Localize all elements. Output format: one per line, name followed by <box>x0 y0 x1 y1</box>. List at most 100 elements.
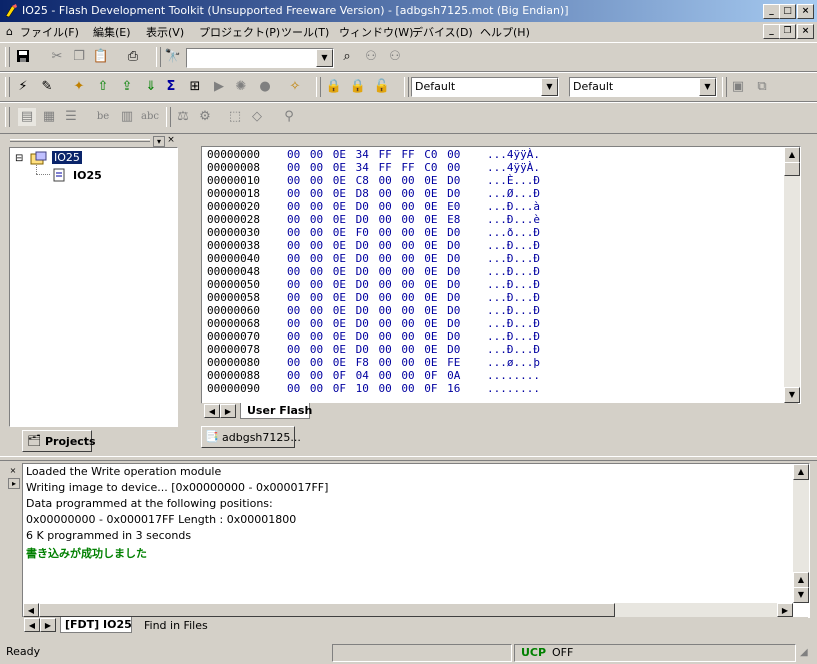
bookmark-icon[interactable]: ⚲ <box>280 108 298 126</box>
connect-icon[interactable]: ⚡ <box>14 78 32 96</box>
hex-ascii[interactable]: ...Ð...à <box>487 200 540 213</box>
scroll-thumb[interactable] <box>784 162 800 176</box>
h-scroll-thumb[interactable] <box>39 603 615 617</box>
output-close-icon[interactable]: × <box>8 466 18 475</box>
copy-icon[interactable]: ❐ <box>70 48 88 66</box>
hex-row[interactable]: 00000000 00 00 0E 34 FF FF C0 00 ...4ÿÿÀ. <box>207 148 540 161</box>
hex-ascii[interactable]: ...Ð...Ð <box>487 330 540 343</box>
hex-ascii[interactable]: ...Ð...è <box>487 213 540 226</box>
run-icon[interactable]: ▶ <box>210 78 228 96</box>
find-next-icon[interactable]: ⚇ <box>386 48 404 66</box>
hex-row[interactable]: 00000010 00 00 0E C8 00 00 0E D0 ...È...Ð <box>207 174 540 187</box>
output-window[interactable]: Loaded the Write operation module Writing… <box>22 463 810 618</box>
download-icon[interactable]: ✦ <box>70 78 88 96</box>
hex-row[interactable]: 00000040 00 00 0E D0 00 00 0E D0 ...Ð...Ð <box>207 252 540 265</box>
hex-ascii[interactable]: ...Ð...Ð <box>487 304 540 317</box>
hex-bytes[interactable]: 00 00 0E D0 00 00 0E D0 <box>287 239 460 252</box>
compare-all-icon[interactable]: ⚙ <box>196 108 214 126</box>
hex-row[interactable]: 00000068 00 00 0E D0 00 00 0E D0 ...Ð...Ð <box>207 317 540 330</box>
hex-bytes[interactable]: 00 00 0E D0 00 00 0E E8 <box>287 213 460 226</box>
hex-ascii[interactable]: ...4ÿÿÀ. <box>487 161 540 174</box>
hex-ascii[interactable]: ...Ð...Ð <box>487 239 540 252</box>
tree-root-item[interactable]: IO25 <box>52 151 82 164</box>
hex-ascii[interactable]: ...4ÿÿÀ. <box>487 148 540 161</box>
menu-view[interactable]: 表示(V) <box>146 24 184 40</box>
toolbar-grip[interactable] <box>5 47 10 67</box>
menu-window[interactable]: ウィンドウ(W) <box>339 24 413 40</box>
toolbar-grip[interactable] <box>5 107 10 127</box>
hex-bytes[interactable]: 00 00 0E D0 00 00 0E D0 <box>287 304 460 317</box>
hex-bytes[interactable]: 00 00 0E 34 FF FF C0 00 <box>287 148 460 161</box>
upload-flash-icon[interactable]: ⇪ <box>118 78 136 96</box>
tab-projects[interactable]: 🗂 Projects <box>22 430 96 452</box>
dropdown-arrow-icon[interactable]: ▼ <box>699 78 716 96</box>
hex-bytes[interactable]: 00 00 0E C8 00 00 0E D0 <box>287 174 460 187</box>
hex-row[interactable]: 00000058 00 00 0E D0 00 00 0E D0 ...Ð...Ð <box>207 291 540 304</box>
config-icon[interactable]: ✺ <box>232 78 250 96</box>
toolbar-grip[interactable] <box>156 47 161 67</box>
hex-row[interactable]: 00000048 00 00 0E D0 00 00 0E D0 ...Ð...Ð <box>207 265 540 278</box>
output-dock-icon[interactable]: ▸ <box>8 478 20 489</box>
mdi-restore-button[interactable]: ❐ <box>779 24 796 39</box>
hex-bytes[interactable]: 00 00 0E F8 00 00 0E FE <box>287 356 460 369</box>
find-in-files-icon[interactable]: ⌕ <box>338 48 356 66</box>
hex-ascii[interactable]: ........ <box>487 382 540 395</box>
menu-tools[interactable]: ツール(T) <box>281 24 329 40</box>
hex-bytes[interactable]: 00 00 0E D0 00 00 0E D0 <box>287 317 460 330</box>
scroll-down-icon[interactable]: ▼ <box>793 587 809 603</box>
find-combo[interactable]: ▼ <box>186 48 334 68</box>
hex-row[interactable]: 00000090 00 00 0F 10 00 00 0F 16........ <box>207 382 540 395</box>
toolbar-grip[interactable] <box>722 77 727 97</box>
hex-ascii[interactable]: ...Ð...Ð <box>487 291 540 304</box>
scroll-up-icon[interactable]: ▲ <box>784 147 800 163</box>
columns-icon[interactable]: ▥ <box>118 108 136 126</box>
hex-row[interactable]: 00000018 00 00 0E D8 00 00 0E D0 ...Ø...Ð <box>207 187 540 200</box>
hex-bytes[interactable]: 00 00 0F 04 00 00 0F 0A <box>287 369 460 382</box>
replace-icon[interactable]: ⚇ <box>362 48 380 66</box>
close-button[interactable]: × <box>797 4 814 19</box>
pane-close-icon[interactable]: × <box>166 136 176 145</box>
scroll-up-icon[interactable]: ▲ <box>793 464 809 480</box>
hex-bytes[interactable]: 00 00 0E D0 00 00 0E D0 <box>287 278 460 291</box>
pane-grip[interactable] <box>10 139 150 142</box>
window-icon[interactable]: ▣ <box>729 78 747 96</box>
view-grid-icon[interactable]: ▦ <box>40 108 58 126</box>
save-icon[interactable] <box>14 48 32 66</box>
find-icon[interactable]: 🔭 <box>164 48 182 66</box>
output-horizontal-scrollbar[interactable]: ◀ ▶ <box>23 603 793 617</box>
tab-scroll-left-icon[interactable]: ◀ <box>24 618 40 632</box>
hex-row[interactable]: 00000038 00 00 0E D0 00 00 0E D0 ...Ð...Ð <box>207 239 540 252</box>
upload-icon[interactable]: ⇧ <box>94 78 112 96</box>
tab-find-in-files[interactable]: Find in Files <box>144 619 208 632</box>
hex-row[interactable]: 00000060 00 00 0E D0 00 00 0E D0 ...Ð...Ð <box>207 304 540 317</box>
hex-bytes[interactable]: 00 00 0E D0 00 00 0E E0 <box>287 200 460 213</box>
hex-ascii[interactable]: ...Ð...Ð <box>487 278 540 291</box>
hex-ascii[interactable]: ........ <box>487 369 540 382</box>
hex-row[interactable]: 00000050 00 00 0E D0 00 00 0E D0 ...Ð...Ð <box>207 278 540 291</box>
toolbar-grip[interactable] <box>404 77 409 97</box>
toolbar-grip[interactable] <box>166 107 171 127</box>
tree-child-item[interactable]: IO25 <box>73 169 102 182</box>
mdi-close-button[interactable]: × <box>797 24 814 39</box>
lock-query-icon[interactable]: 🔒 <box>349 78 367 96</box>
wizard-icon[interactable]: ✧ <box>286 78 304 96</box>
erase-icon[interactable]: ⇓ <box>142 78 160 96</box>
hex-bytes[interactable]: 00 00 0E D0 00 00 0E D0 <box>287 330 460 343</box>
view-list-icon[interactable]: ☰ <box>62 108 80 126</box>
hex-ascii[interactable]: ...Ø...Ð <box>487 187 540 200</box>
scroll-up-icon[interactable]: ▲ <box>793 572 809 588</box>
hex-ascii[interactable]: ...È...Ð <box>487 174 540 187</box>
cut-icon[interactable]: ✂ <box>48 48 66 66</box>
hex-ascii[interactable]: ...Ð...Ð <box>487 252 540 265</box>
lock-icon[interactable]: 🔒 <box>325 78 343 96</box>
toolbar-grip[interactable] <box>5 77 10 97</box>
byte-order-be-button[interactable]: be <box>94 108 112 126</box>
menu-edit[interactable]: 編集(E) <box>93 24 131 40</box>
window-arrange-icon[interactable]: ⧉ <box>753 78 771 96</box>
menu-project[interactable]: プロジェクト(P) <box>199 24 280 40</box>
ascii-abc-button[interactable]: abc <box>141 108 159 126</box>
fill-icon[interactable]: ◇ <box>248 108 266 126</box>
hex-vertical-scrollbar[interactable]: ▲ ▼ <box>784 147 800 403</box>
view-hex-icon[interactable]: ▤ <box>18 108 36 126</box>
tab-scroll-right-icon[interactable]: ▶ <box>40 618 56 632</box>
